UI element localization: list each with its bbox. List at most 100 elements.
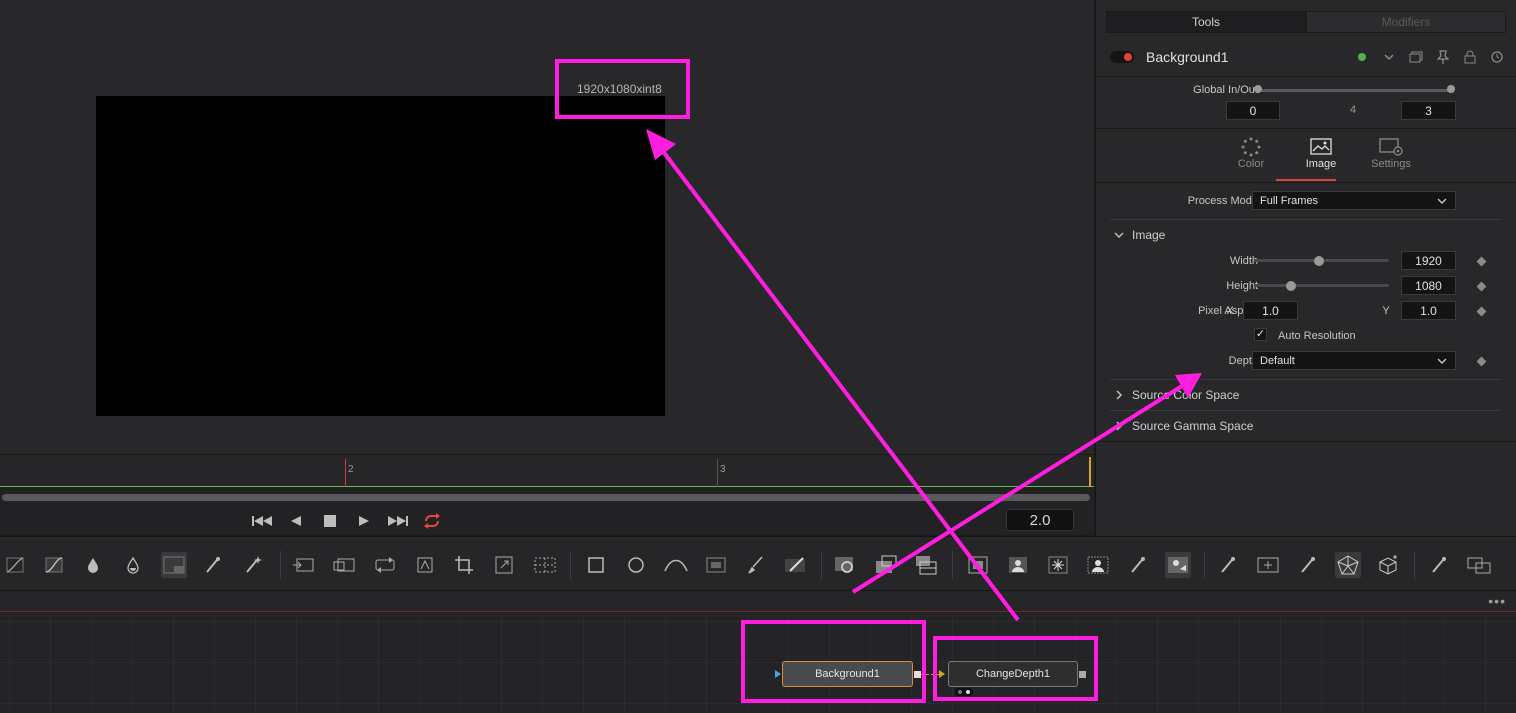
color-gain-button[interactable]: [120, 552, 146, 578]
node-color-button[interactable]: [1353, 48, 1371, 66]
loop-tool-button[interactable]: [372, 552, 398, 578]
playhead[interactable]: [345, 459, 346, 487]
cube-3d-button[interactable]: [1375, 552, 1401, 578]
resize-tool-button[interactable]: [491, 552, 517, 578]
viewer[interactable]: 1920x1080xint8: [0, 0, 1094, 455]
global-out-field[interactable]: 3: [1401, 101, 1456, 120]
person-key-button[interactable]: [1005, 552, 1031, 578]
pin-icon: [1437, 50, 1449, 64]
node-background1[interactable]: Background1: [782, 661, 913, 687]
tracker-icon: [835, 557, 853, 573]
3d-image-plane-button[interactable]: [1255, 552, 1281, 578]
global-inout-range[interactable]: [1258, 89, 1451, 92]
matte-control-button[interactable]: [965, 552, 991, 578]
merge-tool-button[interactable]: [331, 552, 357, 578]
3d-wand-button[interactable]: [1295, 552, 1321, 578]
bspline-tool-button[interactable]: [412, 552, 438, 578]
height-slider-knob[interactable]: [1286, 281, 1296, 291]
width-keyframe-icon[interactable]: [1476, 256, 1487, 267]
versions-button[interactable]: [1407, 48, 1425, 66]
render-end-marker[interactable]: [1089, 457, 1091, 487]
shader-wand-button[interactable]: [1215, 552, 1241, 578]
curves-tool-button[interactable]: [2, 552, 28, 578]
changedepth-output-port[interactable]: [1079, 671, 1086, 678]
global-in-field[interactable]: 0: [1226, 101, 1280, 120]
node-editor[interactable]: •••: [0, 591, 1516, 713]
effect-wand-button[interactable]: [1125, 552, 1151, 578]
stop-button[interactable]: [318, 511, 342, 531]
pixel-aspect-label: Pixel Aspect: [1198, 305, 1258, 317]
magic-wand-icon: [1221, 557, 1235, 573]
node-enable-toggle[interactable]: [1110, 51, 1134, 63]
node-editor-grid[interactable]: [0, 613, 1516, 713]
global-in-handle[interactable]: [1254, 85, 1262, 93]
global-out-handle[interactable]: [1447, 85, 1455, 93]
renderer-wand-button[interactable]: [1426, 552, 1452, 578]
planar-tracker-button[interactable]: [873, 552, 899, 578]
shape-3d-button[interactable]: [1335, 552, 1361, 578]
background-output-port[interactable]: [914, 671, 921, 678]
height-slider-track[interactable]: [1254, 284, 1389, 287]
pixel-aspect-keyframe-icon[interactable]: [1476, 306, 1487, 317]
ellipse-mask-button[interactable]: [623, 552, 649, 578]
depth-dropdown[interactable]: Default: [1252, 351, 1456, 370]
source-gamma-space-header[interactable]: Source Gamma Space: [1114, 419, 1253, 433]
go-to-start-button[interactable]: [250, 511, 274, 531]
camera-tracker-button[interactable]: [913, 552, 939, 578]
fx-wand-button[interactable]: [240, 552, 266, 578]
time-ruler[interactable]: 2 3: [0, 455, 1094, 487]
pixel-aspect-x-field[interactable]: 1.0: [1243, 301, 1298, 320]
tab-color[interactable]: Color: [1226, 136, 1276, 170]
source-color-space-header[interactable]: Source Color Space: [1114, 388, 1239, 402]
timeline-scrollbar[interactable]: [2, 494, 1090, 501]
pixel-aspect-y-field[interactable]: 1.0: [1401, 301, 1456, 320]
crop-tool-button[interactable]: [451, 552, 477, 578]
process-mode-dropdown[interactable]: Full Frames: [1252, 191, 1456, 210]
tab-tools[interactable]: Tools: [1106, 11, 1306, 33]
wand-tool-button[interactable]: [200, 552, 226, 578]
play-button[interactable]: [352, 511, 376, 531]
color-corrector-button[interactable]: [80, 552, 106, 578]
reset-button[interactable]: [1488, 48, 1506, 66]
height-field[interactable]: 1080: [1401, 276, 1456, 295]
bitmap-mask-button[interactable]: [703, 552, 729, 578]
play-reverse-button[interactable]: [284, 511, 308, 531]
node-menu-button[interactable]: [1380, 48, 1398, 66]
image-section-header[interactable]: Image: [1114, 228, 1165, 242]
rectangle-mask-button[interactable]: [583, 552, 609, 578]
paint-tool-button[interactable]: [743, 552, 769, 578]
background-input-port[interactable]: [775, 670, 781, 678]
tab-modifiers[interactable]: Modifiers: [1306, 11, 1506, 33]
more-options-button[interactable]: •••: [1488, 593, 1506, 609]
particles-icon: [1168, 557, 1188, 573]
transform-tool-button[interactable]: [290, 552, 316, 578]
tab-settings[interactable]: Settings: [1366, 136, 1416, 170]
grid-warp-button[interactable]: [532, 552, 558, 578]
tracker-button[interactable]: [832, 552, 858, 578]
renderer-3d-button[interactable]: [1466, 552, 1492, 578]
color-curves-icon: [45, 557, 63, 573]
image-plane-button[interactable]: [1085, 552, 1111, 578]
auto-resolution-checkbox[interactable]: ✓: [1254, 328, 1267, 341]
go-to-end-button[interactable]: [386, 511, 410, 531]
ocio-button[interactable]: [161, 552, 187, 578]
glow-tool-button[interactable]: [1045, 552, 1071, 578]
polygon-mask-button[interactable]: [663, 552, 689, 578]
tab-image[interactable]: Image: [1296, 136, 1346, 170]
particle-tool-button[interactable]: [1165, 552, 1191, 578]
depth-keyframe-icon[interactable]: [1476, 356, 1487, 367]
color-curves-button[interactable]: [41, 552, 67, 578]
changedepth-input-port[interactable]: [939, 670, 945, 678]
ruler-tick-label: 3: [720, 464, 726, 475]
current-frame-field[interactable]: 2.0: [1006, 509, 1074, 531]
lock-button[interactable]: [1461, 48, 1479, 66]
height-keyframe-icon[interactable]: [1476, 281, 1487, 292]
node-changedepth1[interactable]: ChangeDepth1: [948, 661, 1078, 687]
paint-stroke-button[interactable]: [782, 552, 808, 578]
pin-button[interactable]: [1434, 48, 1452, 66]
rectangle-icon: [588, 557, 604, 573]
loop-button[interactable]: [420, 511, 444, 531]
width-slider-knob[interactable]: [1314, 256, 1324, 266]
global-inout-label: Global In/Out: [1193, 84, 1258, 96]
width-field[interactable]: 1920: [1401, 251, 1456, 270]
